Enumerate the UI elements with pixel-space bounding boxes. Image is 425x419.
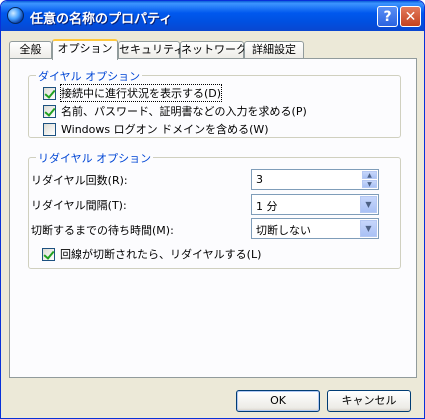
checkbox-box[interactable]: [43, 122, 56, 136]
tab-options[interactable]: オプション: [52, 39, 118, 60]
checkbox-label: 名前、パスワード、証明書などの入力を求める(P): [61, 105, 307, 118]
redial-count-value[interactable]: 3: [256, 173, 263, 186]
redial-interval-value: 1 分: [256, 200, 278, 213]
redial-interval-select[interactable]: 1 分 ▼: [251, 194, 379, 215]
checkbox-box[interactable]: [42, 247, 55, 261]
prompt-credentials-checkbox[interactable]: 名前、パスワード、証明書などの入力を求める(P): [43, 104, 307, 118]
idle-time-label: 切断するまでの待ち時間(M):: [31, 224, 174, 237]
checkbox-label: 接続中に進行状況を表示する(D): [59, 84, 223, 102]
ok-button[interactable]: OK: [236, 390, 320, 412]
properties-dialog: 任意の名称のプロパティ ? ✕ 全般 オプション セキュリティ ネットワーク 詳…: [0, 0, 425, 419]
chevron-down-icon[interactable]: ▼: [360, 220, 377, 237]
redial-on-disconnect-checkbox[interactable]: 回線が切断されたら、リダイヤルする(L): [42, 247, 261, 261]
dial-options-title: ダイヤル オプション: [36, 68, 143, 84]
close-button[interactable]: ✕: [400, 6, 421, 27]
checkbox-box[interactable]: [43, 86, 56, 100]
help-button[interactable]: ?: [377, 6, 398, 27]
tab-network[interactable]: ネットワーク: [180, 41, 247, 59]
redial-count-spinner[interactable]: 3 ▲ ▼: [251, 169, 379, 190]
idle-time-value: 切断しない: [256, 224, 311, 237]
tab-strip: 全般 オプション セキュリティ ネットワーク 詳細設定: [9, 39, 417, 60]
tab-general[interactable]: 全般: [9, 41, 52, 59]
spin-down-icon[interactable]: ▼: [362, 180, 377, 188]
redial-options-title: リダイヤル オプション: [36, 150, 154, 166]
redial-count-label: リダイヤル回数(R):: [31, 174, 128, 187]
spin-up-icon[interactable]: ▲: [362, 171, 377, 179]
tab-security[interactable]: セキュリティ: [118, 41, 184, 59]
checkbox-box[interactable]: [43, 104, 56, 118]
network-connection-icon: [7, 7, 24, 24]
idle-time-select[interactable]: 切断しない ▼: [251, 218, 379, 239]
title-bar[interactable]: 任意の名称のプロパティ ? ✕: [1, 1, 424, 31]
show-progress-checkbox[interactable]: 接続中に進行状況を表示する(D): [43, 84, 223, 102]
tab-advanced[interactable]: 詳細設定: [244, 41, 304, 59]
cancel-button[interactable]: キャンセル: [327, 390, 411, 412]
chevron-down-icon[interactable]: ▼: [360, 196, 377, 213]
redial-interval-label: リダイヤル間隔(T):: [31, 199, 127, 212]
include-logon-domain-checkbox[interactable]: Windows ログオン ドメインを含める(W): [43, 122, 269, 136]
checkbox-label: 回線が切断されたら、リダイヤルする(L): [60, 248, 262, 261]
spinner-buttons: ▲ ▼: [362, 171, 377, 188]
window-title: 任意の名称のプロパティ: [30, 12, 173, 27]
checkbox-label: Windows ログオン ドメインを含める(W): [61, 123, 269, 136]
